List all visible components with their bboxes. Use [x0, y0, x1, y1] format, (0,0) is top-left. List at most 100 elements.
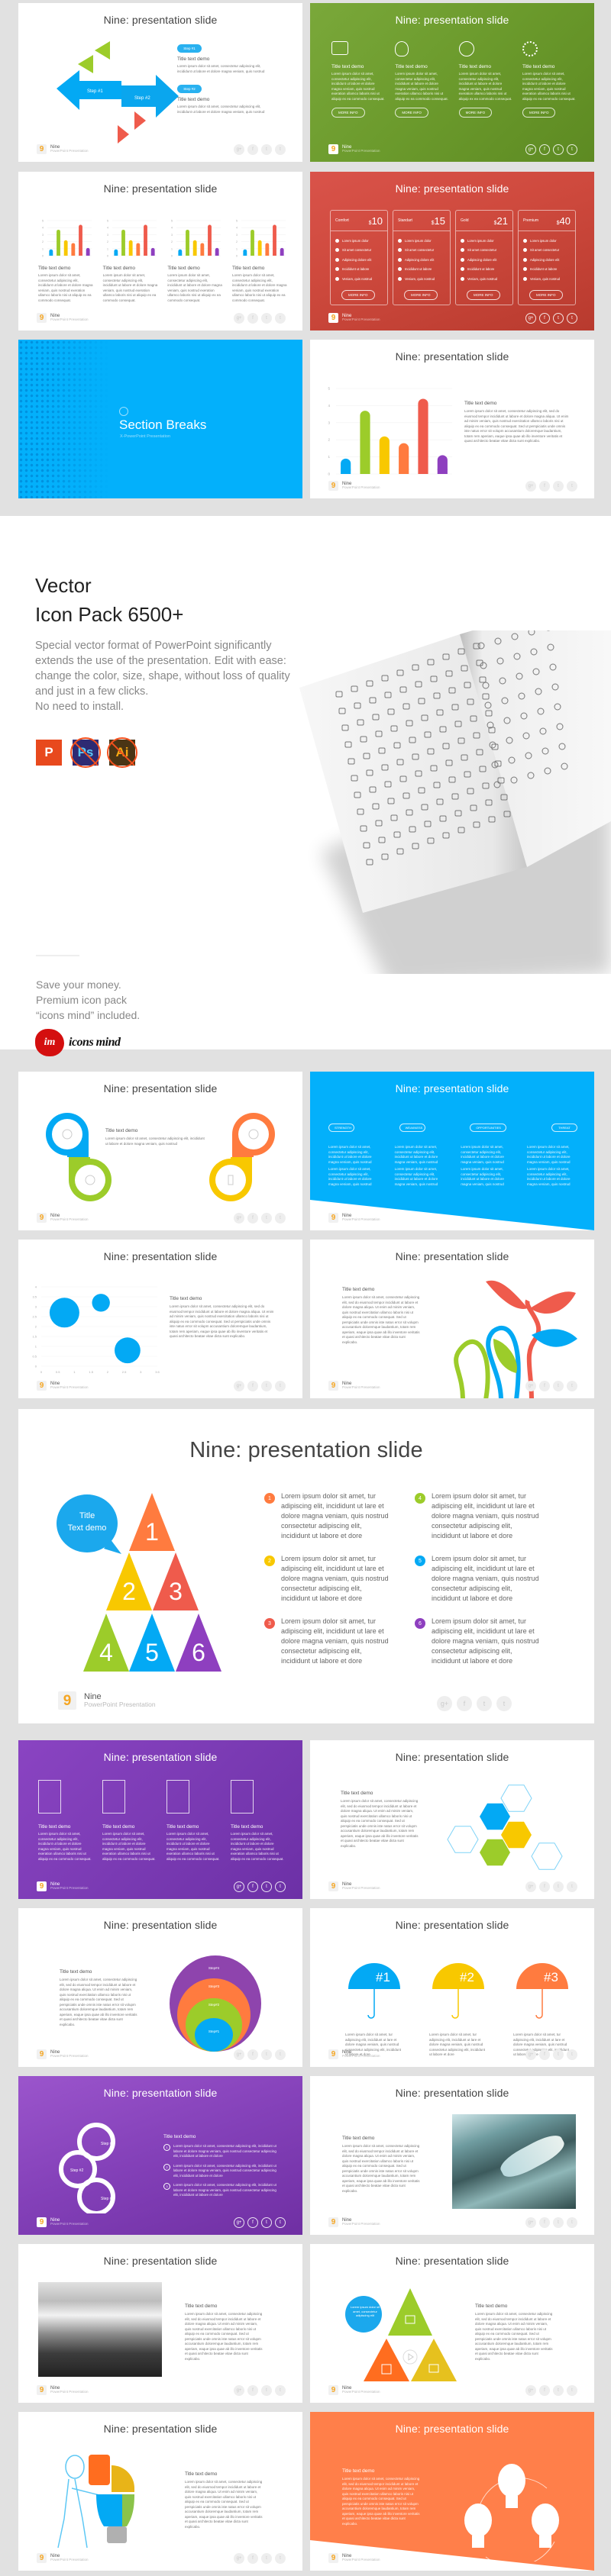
- google-plus-icon[interactable]: g+: [234, 2049, 244, 2060]
- facebook-icon[interactable]: f: [539, 313, 550, 324]
- google-plus-icon[interactable]: g+: [525, 313, 536, 324]
- facebook-icon[interactable]: f: [539, 144, 550, 155]
- slide-green-features[interactable]: Nine: presentation slide Title text demo…: [310, 3, 594, 162]
- google-plus-icon[interactable]: g+: [525, 1381, 536, 1391]
- tumblr-icon[interactable]: t: [275, 1381, 286, 1391]
- slide-media-triangles[interactable]: Nine: presentation slide Lorem ipsum dol…: [310, 2244, 594, 2403]
- slide-bulbs[interactable]: Nine: presentation slide Title text demo…: [310, 2412, 594, 2571]
- google-plus-icon[interactable]: g+: [234, 1881, 244, 1892]
- tumblr-icon[interactable]: t: [567, 144, 577, 155]
- facebook-icon[interactable]: f: [247, 2553, 258, 2564]
- google-plus-icon[interactable]: g+: [234, 144, 244, 155]
- twitter-icon[interactable]: t: [553, 1381, 564, 1391]
- twitter-icon[interactable]: t: [261, 1881, 272, 1892]
- google-plus-icon[interactable]: g+: [234, 313, 244, 324]
- tumblr-icon[interactable]: t: [567, 1381, 577, 1391]
- slide-plant[interactable]: Nine: presentation slide Title text demo…: [310, 1240, 594, 1398]
- twitter-icon[interactable]: t: [553, 481, 564, 492]
- twitter-icon[interactable]: t: [261, 1381, 272, 1391]
- google-plus-icon[interactable]: g+: [525, 2217, 536, 2228]
- facebook-icon[interactable]: f: [247, 1881, 258, 1892]
- tumblr-icon[interactable]: t: [275, 2049, 286, 2060]
- facebook-icon[interactable]: f: [539, 1881, 550, 1892]
- google-plus-icon[interactable]: g+: [525, 2049, 536, 2060]
- tumblr-icon[interactable]: t: [275, 2385, 286, 2396]
- slide-pyramid[interactable]: Nine: presentation slide Title Text demo…: [18, 1409, 594, 1723]
- facebook-icon[interactable]: f: [247, 1213, 258, 1224]
- tumblr-icon[interactable]: t: [275, 2553, 286, 2564]
- facebook-icon[interactable]: f: [539, 481, 550, 492]
- facebook-icon[interactable]: f: [247, 2217, 258, 2228]
- slide-infinity-drops[interactable]: Nine: presentation slide Title text demo…: [18, 1072, 302, 1230]
- google-plus-icon[interactable]: g+: [525, 2385, 536, 2396]
- twitter-icon[interactable]: t: [261, 313, 272, 324]
- facebook-icon[interactable]: f: [247, 313, 258, 324]
- slide-pricing[interactable]: Nine: presentation slide Comfort $10 Lorem…: [310, 172, 594, 330]
- google-plus-icon[interactable]: g+: [234, 2553, 244, 2564]
- google-plus-icon[interactable]: g+: [437, 1696, 452, 1711]
- tumblr-icon[interactable]: t: [496, 1696, 512, 1711]
- twitter-icon[interactable]: t: [261, 2553, 272, 2564]
- more-info-button[interactable]: MORE INFO: [341, 290, 375, 300]
- more-info-button[interactable]: MORE INFO: [522, 108, 556, 118]
- google-plus-icon[interactable]: g+: [234, 1213, 244, 1224]
- google-plus-icon[interactable]: g+: [525, 1881, 536, 1892]
- twitter-icon[interactable]: t: [553, 2385, 564, 2396]
- more-info-button[interactable]: MORE INFO: [404, 290, 438, 300]
- slide-bubble-chart[interactable]: Nine: presentation slide 0 0.5 1 1.5 2 2.5 3 3.…: [18, 1240, 302, 1398]
- twitter-icon[interactable]: t: [261, 2385, 272, 2396]
- facebook-icon[interactable]: f: [457, 1696, 472, 1711]
- tumblr-icon[interactable]: t: [275, 1213, 286, 1224]
- facebook-icon[interactable]: f: [539, 2049, 550, 2060]
- facebook-icon[interactable]: f: [539, 1381, 550, 1391]
- twitter-icon[interactable]: t: [553, 1881, 564, 1892]
- tumblr-icon[interactable]: t: [567, 2385, 577, 2396]
- google-plus-icon[interactable]: g+: [525, 144, 536, 155]
- tumblr-icon[interactable]: t: [275, 2217, 286, 2228]
- twitter-icon[interactable]: t: [553, 2217, 564, 2228]
- google-plus-icon[interactable]: g+: [234, 1381, 244, 1391]
- more-info-button[interactable]: MORE INFO: [331, 108, 365, 118]
- more-info-button[interactable]: MORE INFO: [467, 290, 500, 300]
- slide-hexagons[interactable]: Nine: presentation slide Title text demo…: [310, 1740, 594, 1899]
- slide-photo-right[interactable]: Nine: presentation slide Title text demo…: [310, 2076, 594, 2235]
- more-info-button[interactable]: MORE INFO: [395, 108, 428, 118]
- slide-puzzle-bulb[interactable]: Nine: presentation slide Title text demo…: [18, 2412, 302, 2571]
- google-plus-icon[interactable]: g+: [234, 2217, 244, 2228]
- twitter-icon[interactable]: t: [553, 2049, 564, 2060]
- tumblr-icon[interactable]: t: [567, 481, 577, 492]
- tumblr-icon[interactable]: t: [567, 2049, 577, 2060]
- tumblr-icon[interactable]: t: [567, 313, 577, 324]
- twitter-icon[interactable]: t: [261, 144, 272, 155]
- slide-section-break[interactable]: Section Breaks X-PowerPoint Presentation: [18, 340, 302, 498]
- tumblr-icon[interactable]: t: [275, 1881, 286, 1892]
- twitter-icon[interactable]: t: [261, 2217, 272, 2228]
- tumblr-icon[interactable]: t: [275, 144, 286, 155]
- google-plus-icon[interactable]: g+: [525, 481, 536, 492]
- google-plus-icon[interactable]: g+: [234, 2385, 244, 2396]
- slide-cycle[interactable]: Nine: presentation slide Step #1 Step #2…: [18, 2076, 302, 2235]
- twitter-icon[interactable]: t: [477, 1696, 492, 1711]
- facebook-icon[interactable]: f: [247, 144, 258, 155]
- facebook-icon[interactable]: f: [247, 2385, 258, 2396]
- twitter-icon[interactable]: t: [261, 2049, 272, 2060]
- slide-mini-charts[interactable]: Nine: presentation slide 0 1 2 3 4 5 Title tex…: [18, 172, 302, 330]
- more-info-button[interactable]: MORE INFO: [529, 290, 563, 300]
- facebook-icon[interactable]: f: [247, 2049, 258, 2060]
- twitter-icon[interactable]: t: [261, 1213, 272, 1224]
- facebook-icon[interactable]: f: [539, 2217, 550, 2228]
- slide-bar-chart[interactable]: Nine: presentation slide 0 1 2 3 4 5 Title te…: [310, 340, 594, 498]
- facebook-icon[interactable]: f: [247, 1381, 258, 1391]
- slide-swot[interactable]: Nine: presentation slide STRENGTH WEAKNES…: [310, 1072, 594, 1230]
- slide-arrows[interactable]: Nine: presentation slide Step #1 Step #2…: [18, 3, 302, 162]
- slide-photo-left[interactable]: Nine: presentation slide Title text demo…: [18, 2244, 302, 2403]
- more-info-button[interactable]: MORE INFO: [458, 108, 493, 118]
- twitter-icon[interactable]: t: [553, 144, 564, 155]
- tumblr-icon[interactable]: t: [567, 1881, 577, 1892]
- slide-purple-features[interactable]: Nine: presentation slide Title text demo…: [18, 1740, 302, 1899]
- slide-onion[interactable]: Nine: presentation slide Title text demo…: [18, 1908, 302, 2067]
- tumblr-icon[interactable]: t: [567, 2217, 577, 2228]
- tumblr-icon[interactable]: t: [275, 313, 286, 324]
- facebook-icon[interactable]: f: [539, 2385, 550, 2396]
- twitter-icon[interactable]: t: [553, 313, 564, 324]
